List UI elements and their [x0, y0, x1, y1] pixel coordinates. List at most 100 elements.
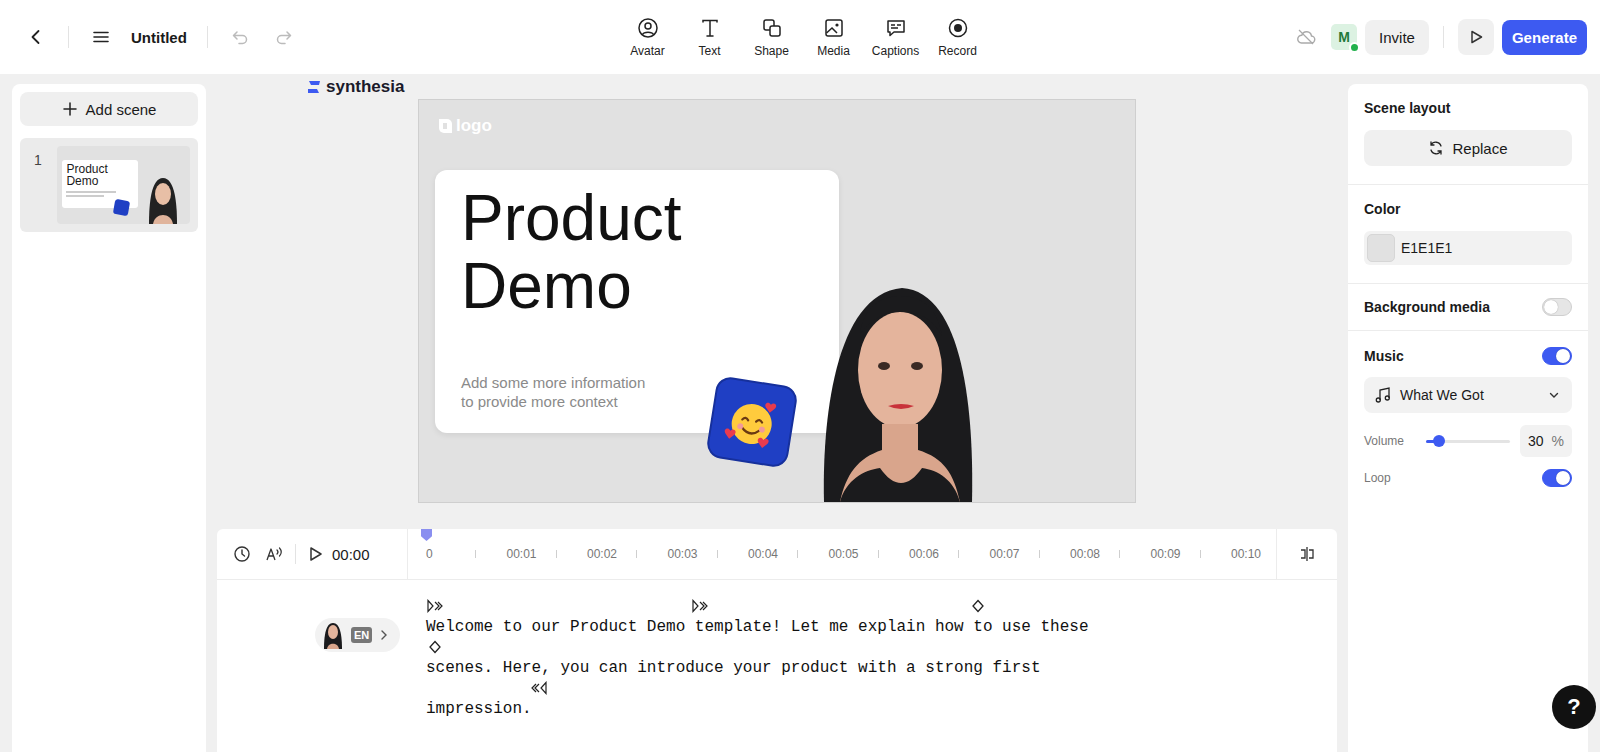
timeline-tick: 00:09: [1151, 547, 1232, 561]
tick-mark: [1119, 550, 1120, 558]
document-title[interactable]: Untitled: [131, 29, 187, 46]
redo-button[interactable]: [266, 19, 302, 55]
timeline-bar: 00:00 0 00:01 00:02 00:03 00:04 00:05 00…: [217, 529, 1337, 580]
tool-button[interactable]: Shape: [744, 11, 800, 64]
voice-settings-icon[interactable]: [265, 545, 285, 563]
tool-label: Shape: [754, 44, 789, 58]
add-scene-label: Add scene: [86, 101, 157, 118]
tool-button[interactable]: Media: [806, 11, 862, 64]
tick-mark: [556, 550, 557, 558]
add-scene-button[interactable]: Add scene: [20, 92, 198, 126]
emoji-badge-icon[interactable]: [704, 374, 800, 470]
canvas-title[interactable]: ProductDemo: [461, 184, 813, 320]
toggle-knob: [1544, 300, 1558, 314]
thumbnail-text-line: [66, 195, 104, 197]
clock-icon[interactable]: [233, 545, 251, 563]
tool-button[interactable]: Text: [682, 11, 738, 64]
scene-thumbnail: Product Demo: [57, 146, 190, 224]
scene-item[interactable]: 1 Product Demo: [20, 138, 198, 232]
timeline-tick: 00:07: [990, 547, 1071, 561]
thumbnail-emoji-badge: [113, 199, 130, 216]
tick-mark: [475, 550, 476, 558]
animation-marker-icon[interactable]: [426, 640, 444, 654]
music-note-icon: [1374, 386, 1392, 404]
timeline-tick: 0: [426, 547, 507, 561]
animation-marker-icon[interactable]: [426, 599, 444, 613]
avatar-thumbnail-image: [321, 621, 345, 649]
volume-slider[interactable]: [1426, 440, 1510, 443]
avatar-language-chip[interactable]: EN: [315, 618, 400, 652]
split-view-icon[interactable]: [1298, 545, 1316, 563]
avatar-person-image[interactable]: [804, 274, 994, 502]
title-line: Product: [461, 184, 813, 252]
editor-page: Untitled Avatar Text Shape Media Caption…: [0, 0, 1600, 752]
refresh-icon: [1428, 140, 1444, 156]
brand-logo: synthesia: [217, 74, 1337, 99]
online-dot: [1349, 42, 1360, 53]
preview-button[interactable]: [1458, 19, 1494, 55]
section-title: Color: [1364, 201, 1572, 217]
slider-knob[interactable]: [1433, 435, 1445, 447]
hamburger-icon: [91, 27, 111, 47]
play-icon: [306, 545, 324, 563]
tick-label: 00:02: [587, 547, 636, 561]
music-toggle[interactable]: [1542, 347, 1572, 365]
tool-bar: Avatar Text Shape Media Captions Record: [620, 11, 986, 64]
toggle-knob: [1556, 349, 1570, 363]
tick-label: 00:06: [909, 547, 958, 561]
tool-button[interactable]: Record: [930, 11, 986, 64]
track-name: What We Got: [1400, 387, 1540, 403]
generate-button[interactable]: Generate: [1502, 20, 1587, 55]
menu-button[interactable]: [83, 19, 119, 55]
animation-marker-icon[interactable]: [530, 681, 548, 695]
help-button[interactable]: ?: [1552, 685, 1596, 729]
separator: [295, 544, 296, 564]
captions-icon: [885, 17, 907, 39]
synthesia-logo-icon: [306, 80, 322, 94]
timeline-tick: 00:05: [829, 547, 910, 561]
script-editor[interactable]: Welcome to our Product Demo template! Le…: [426, 596, 1327, 719]
timeline-tick: 00:06: [909, 547, 990, 561]
music-track-dropdown[interactable]: What We Got: [1364, 377, 1572, 413]
person-image: [143, 174, 183, 224]
timeline-play-button[interactable]: 00:00: [306, 545, 370, 563]
scene-canvas[interactable]: logo ProductDemo Add some more informati…: [418, 99, 1136, 503]
chevron-left-icon: [26, 27, 46, 47]
playhead[interactable]: [421, 529, 432, 541]
tick-label: 00:10: [1231, 547, 1276, 561]
tick-label: 00:09: [1151, 547, 1200, 561]
color-field[interactable]: E1E1E1: [1364, 231, 1572, 265]
timeline-ticks: 0 00:01 00:02 00:03 00:04 00:05 00:06 00…: [408, 529, 1276, 579]
animation-marker-icon[interactable]: [969, 599, 987, 613]
tool-button[interactable]: Captions: [868, 11, 924, 64]
loop-toggle[interactable]: [1542, 469, 1572, 487]
tool-button[interactable]: Avatar: [620, 11, 676, 64]
volume-field[interactable]: 30 %: [1520, 425, 1572, 457]
script-line: Welcome to our Product Demo template! Le…: [426, 617, 1327, 638]
tool-label: Captions: [872, 44, 919, 58]
replace-layout-button[interactable]: Replace: [1364, 130, 1572, 166]
timeline-track[interactable]: 0 00:01 00:02 00:03 00:04 00:05 00:06 00…: [408, 529, 1276, 579]
timeline-end: [1276, 529, 1337, 579]
tick-mark: [958, 550, 959, 558]
tool-label: Record: [938, 44, 977, 58]
user-avatar[interactable]: M: [1331, 24, 1357, 50]
tick-label: 00:04: [748, 547, 797, 561]
background-media-toggle[interactable]: [1542, 298, 1572, 316]
undo-button[interactable]: [222, 19, 258, 55]
canvas-logo[interactable]: logo: [436, 116, 492, 136]
separator: [68, 26, 69, 48]
tool-label: Avatar: [630, 44, 664, 58]
invite-button[interactable]: Invite: [1365, 20, 1429, 55]
back-button[interactable]: [18, 19, 54, 55]
marker-row: [426, 596, 1327, 617]
brand-name: synthesia: [326, 77, 404, 97]
record-icon: [947, 17, 969, 39]
color-section: Color E1E1E1: [1348, 185, 1588, 284]
volume-value: 30: [1528, 433, 1544, 449]
top-bar: Untitled Avatar Text Shape Media Caption…: [0, 0, 1600, 74]
title-line: Demo: [461, 252, 813, 320]
replace-label: Replace: [1452, 140, 1507, 157]
stage: logo ProductDemo Add some more informati…: [217, 99, 1337, 503]
animation-marker-icon[interactable]: [691, 599, 709, 613]
